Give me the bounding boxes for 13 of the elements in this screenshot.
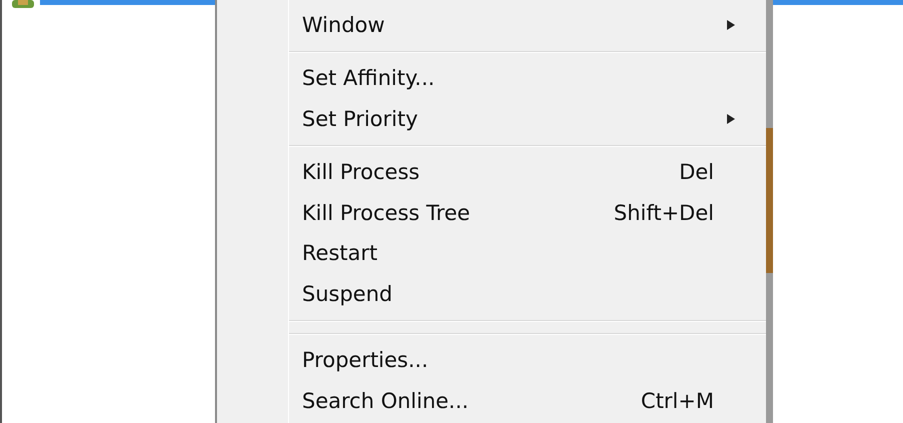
menu-item[interactable]: Set Affinity... [217, 58, 766, 99]
shortcut-label: Ctrl+M [640, 388, 714, 414]
app-icon [12, 0, 34, 8]
shortcut-label: Shift+Del [614, 200, 714, 226]
menu-item[interactable]: Search Online... Ctrl+M [217, 381, 766, 422]
menu-item[interactable]: Kill Process Del [217, 152, 766, 193]
shortcut-label: Del [679, 159, 714, 186]
menu-item[interactable]: Set Priority [217, 99, 766, 140]
menu-item[interactable]: Restart [217, 234, 766, 274]
menu-item[interactable]: Kill Process Tree Shift+Del [217, 193, 766, 234]
menu-item[interactable]: Suspend [217, 274, 766, 314]
menu-item[interactable]: Properties... [217, 340, 766, 381]
menu-item[interactable]: Window [217, 5, 766, 46]
